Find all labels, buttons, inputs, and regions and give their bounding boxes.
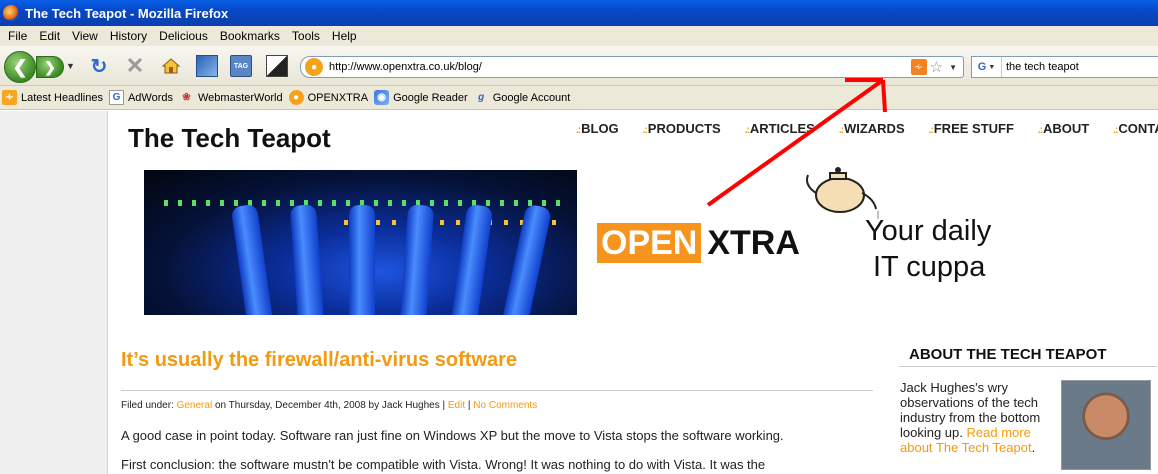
webmasterworld-icon: ❀ [182, 92, 191, 103]
history-dropdown-icon[interactable]: ▼ [66, 61, 75, 71]
bookmark-latest-headlines[interactable]: ∻ Latest Headlines [2, 90, 103, 105]
url-bar[interactable]: ● http://www.openxtra.co.uk/blog/ ∻ ☆ ▼ [300, 56, 964, 78]
nav-contact[interactable]: .:CONTACT [1113, 121, 1158, 136]
bookmark-webmasterworld[interactable]: ❀ WebmasterWorld [179, 90, 282, 105]
bookmark-button-icon[interactable] [196, 55, 218, 77]
rss-feed-icon[interactable]: ∻ [910, 59, 927, 75]
reload-icon: ↻ [90, 55, 108, 78]
page-content-area: The Tech Teapot .:BLOG .:PRODUCTS .:ARTI… [0, 111, 1158, 474]
menu-bookmarks[interactable]: Bookmarks [214, 29, 286, 43]
forward-button[interactable]: ❯ [36, 56, 64, 78]
nav-free-stuff[interactable]: .:FREE STUFF [929, 121, 1026, 136]
google-account-icon: g [478, 92, 485, 103]
openxtra-icon: ● [288, 90, 304, 105]
site-nav: .:BLOG .:PRODUCTS .:ARTICLES .:WIZARDS .… [576, 121, 1158, 136]
sidebar-heading: ABOUT THE TECH TEAPOT [909, 346, 1107, 363]
teapot-icon [806, 167, 879, 219]
search-box[interactable]: G ▼ [971, 56, 1158, 78]
forward-arrow-icon: ❯ [44, 58, 56, 75]
post-paragraph: First conclusion: the software mustn't b… [121, 457, 766, 472]
home-icon [161, 58, 181, 74]
menu-view[interactable]: View [66, 29, 104, 43]
url-text[interactable]: http://www.openxtra.co.uk/blog/ [329, 61, 911, 73]
nav-wizards[interactable]: .:WIZARDS [839, 121, 917, 136]
firefox-icon [3, 5, 19, 21]
window-titlebar: The Tech Teapot - Mozilla Firefox [0, 0, 1158, 26]
site-favicon-icon: ● [305, 58, 323, 76]
network-cables-banner-image [144, 170, 577, 315]
site-tagline: Your daily IT cuppa [865, 215, 992, 283]
post-meta: Filed under: General on Thursday, Decemb… [121, 400, 538, 411]
nav-articles[interactable]: .:ARTICLES [745, 121, 827, 136]
menu-bar: File Edit View History Delicious Bookmar… [0, 26, 1158, 46]
stop-button[interactable]: ✕ [124, 53, 146, 78]
home-button[interactable] [160, 55, 182, 77]
author-photo [1061, 380, 1151, 470]
menu-file[interactable]: File [2, 29, 33, 43]
menu-tools[interactable]: Tools [286, 29, 326, 43]
category-link[interactable]: General [177, 400, 213, 411]
tag-icon[interactable]: TAG [230, 55, 252, 77]
menu-history[interactable]: History [104, 29, 153, 43]
rss-icon: ∻ [2, 90, 17, 105]
post-paragraph: A good case in point today. Software ran… [121, 428, 784, 443]
post-title[interactable]: It’s usually the firewall/anti-virus sof… [121, 349, 517, 372]
window-title: The Tech Teapot - Mozilla Firefox [25, 5, 229, 21]
search-input[interactable] [1002, 61, 1152, 73]
menu-delicious[interactable]: Delicious [153, 29, 214, 43]
comments-link[interactable]: No Comments [473, 400, 537, 411]
bookmarks-toolbar: ∻ Latest Headlines G AdWords ❀ WebmasterWor… [0, 86, 1158, 110]
bookmark-openxtra[interactable]: ● OPENXTRA [288, 90, 368, 105]
back-forward-group: ❮ ❯ ▼ [4, 51, 76, 83]
url-dropdown-icon[interactable]: ▼ [949, 63, 957, 72]
google-icon: G [108, 90, 124, 105]
page-icon[interactable] [266, 55, 288, 77]
back-button[interactable]: ❮ [4, 51, 36, 83]
google-reader-icon: ◉ [374, 90, 390, 105]
search-engine-icon[interactable]: G ▼ [972, 57, 1002, 77]
menu-help[interactable]: Help [326, 29, 363, 43]
sidebar-divider [899, 366, 1157, 367]
nav-about[interactable]: .:ABOUT [1038, 121, 1101, 136]
menu-edit[interactable]: Edit [33, 29, 66, 43]
site-title[interactable]: The Tech Teapot [128, 123, 331, 154]
bookmark-adwords[interactable]: G AdWords [108, 90, 173, 105]
navigation-toolbar: ❮ ❯ ▼ ↻ ✕ TAG ● http://www.openxtra.co.u… [0, 46, 1158, 86]
reload-button[interactable]: ↻ [88, 55, 110, 78]
nav-blog[interactable]: .:BLOG [576, 121, 631, 136]
openxtra-logo[interactable]: OPEN XTRA [597, 223, 800, 263]
bookmark-google-account[interactable]: g Google Account [474, 90, 570, 105]
bookmark-google-reader[interactable]: ◉ Google Reader [374, 90, 468, 105]
back-arrow-icon: ❮ [12, 56, 28, 77]
post-divider [121, 390, 873, 391]
sidebar-about-text: Jack Hughes's wry observations of the te… [900, 380, 1041, 455]
stop-icon: ✕ [125, 53, 145, 78]
edit-link[interactable]: Edit [448, 400, 465, 411]
star-bookmark-icon[interactable]: ☆ [930, 58, 943, 76]
nav-products[interactable]: .:PRODUCTS [643, 121, 733, 136]
blog-page: The Tech Teapot .:BLOG .:PRODUCTS .:ARTI… [107, 111, 1158, 474]
